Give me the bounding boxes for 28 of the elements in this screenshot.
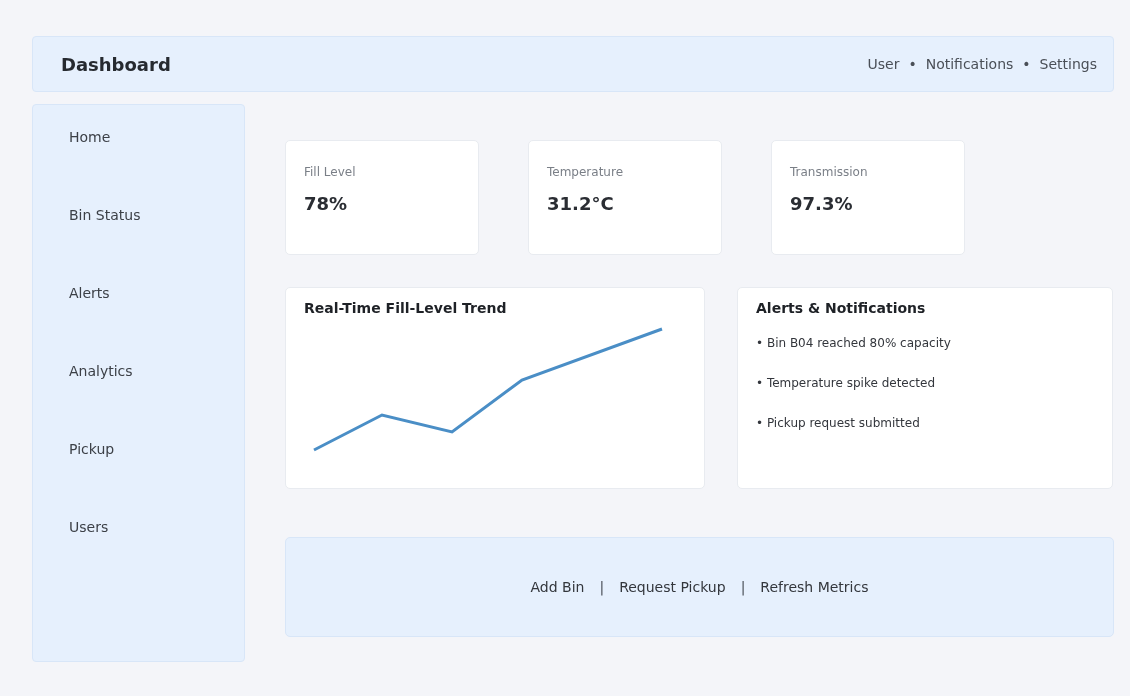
panel-title: Real-Time Fill-Level Trend [304,300,508,316]
dashboard-title: Dashboard [61,53,171,75]
metric-value: 31.2°C [547,193,615,214]
nav-link[interactable]: Notifications [925,56,1014,72]
alert-item: • Bin B04 reached 80% capacity [756,336,952,350]
sidebar-item[interactable]: Home [69,127,244,147]
metric-value: 97.3% [790,193,854,214]
sidebar-item[interactable]: Bin Status [69,205,244,225]
action-link[interactable]: Request Pickup [619,579,726,595]
action-link[interactable]: Refresh Metrics [760,579,869,595]
panel-title: Alerts & Notifications [756,300,927,316]
sidebar-item[interactable]: Alerts [69,283,244,303]
metric-value: 78% [304,193,349,214]
action-link[interactable]: Add Bin [530,579,585,595]
separator-text: | [740,579,746,595]
sidebar-item[interactable]: Pickup [69,439,244,459]
alert-item: • Pickup request submitted [756,416,921,430]
separator-text: • [1022,56,1031,72]
metric-label: Temperature [547,165,624,179]
separator-text: | [599,579,605,595]
metric-label: Transmission [790,165,869,179]
alert-item: • Temperature spike detected [756,376,937,390]
nav-link[interactable]: User [867,56,900,72]
sidebar-item[interactable]: Analytics [69,361,244,381]
nav-link[interactable]: Settings [1039,56,1097,72]
sidebar-item[interactable]: Users [69,517,244,537]
separator-text: • [908,56,917,72]
metric-label: Fill Level [304,165,357,179]
